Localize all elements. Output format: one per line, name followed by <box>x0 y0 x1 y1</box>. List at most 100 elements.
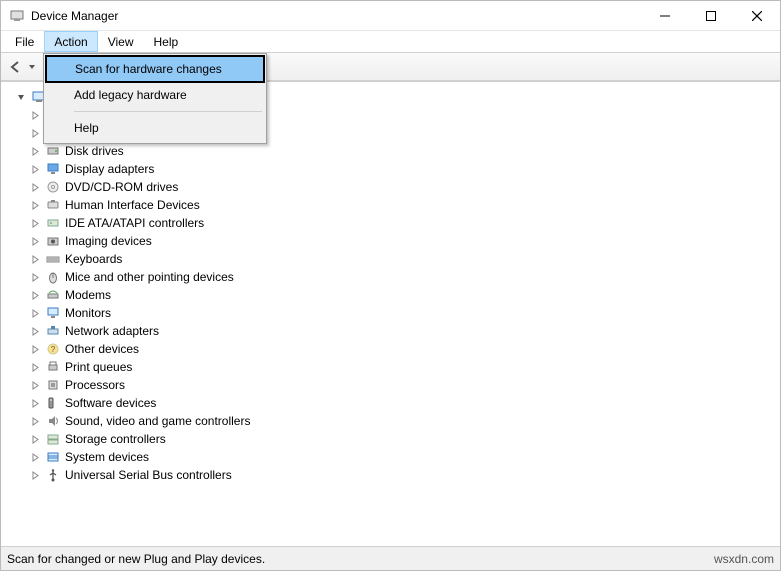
expand-icon[interactable] <box>29 163 41 175</box>
other-icon: ? <box>45 341 61 357</box>
tree-item-label: Human Interface Devices <box>65 198 200 212</box>
expand-icon[interactable] <box>29 343 41 355</box>
menu-action[interactable]: Action <box>44 31 97 52</box>
tree-item[interactable]: Network adapters <box>15 322 780 340</box>
tree-item[interactable]: Human Interface Devices <box>15 196 780 214</box>
menu-view[interactable]: View <box>98 31 144 52</box>
tree-item-label: Processors <box>65 378 125 392</box>
maximize-button[interactable] <box>688 1 734 31</box>
minimize-button[interactable] <box>642 1 688 31</box>
tree-item[interactable]: Imaging devices <box>15 232 780 250</box>
system-icon <box>45 449 61 465</box>
print-icon <box>45 359 61 375</box>
expand-icon[interactable] <box>29 289 41 301</box>
menu-separator <box>74 111 262 112</box>
expand-icon[interactable] <box>29 307 41 319</box>
device-tree[interactable]: BluetoothComputerDisk drivesDisplay adap… <box>1 81 780 546</box>
watermark-text: wsxdn.com <box>714 552 774 566</box>
expand-icon[interactable] <box>29 451 41 463</box>
expand-icon[interactable] <box>29 325 41 337</box>
action-menu-dropdown: Scan for hardware changes Add legacy har… <box>43 53 267 144</box>
ide-icon <box>45 215 61 231</box>
tree-item-label: IDE ATA/ATAPI controllers <box>65 216 204 230</box>
tree-item-label: Mice and other pointing devices <box>65 270 234 284</box>
tree-item[interactable]: Display adapters <box>15 160 780 178</box>
tree-item-label: Storage controllers <box>65 432 166 446</box>
tree-item-label: Disk drives <box>65 144 124 158</box>
tree-item-label: Display adapters <box>65 162 154 176</box>
software-icon <box>45 395 61 411</box>
expand-icon[interactable] <box>29 253 41 265</box>
menu-bar: File Action View Help <box>1 31 780 53</box>
expand-icon[interactable] <box>29 433 41 445</box>
expand-icon[interactable] <box>29 415 41 427</box>
expand-icon[interactable] <box>29 127 41 139</box>
expand-icon[interactable] <box>29 145 41 157</box>
tree-item[interactable]: System devices <box>15 448 780 466</box>
tree-item-label: Other devices <box>65 342 139 356</box>
disclosure-icon[interactable] <box>15 91 27 103</box>
tree-item-label: Monitors <box>65 306 111 320</box>
expand-icon[interactable] <box>29 379 41 391</box>
tree-item[interactable]: Modems <box>15 286 780 304</box>
status-bar: Scan for changed or new Plug and Play de… <box>1 546 780 570</box>
network-icon <box>45 323 61 339</box>
tree-item[interactable]: Monitors <box>15 304 780 322</box>
tree-item-label: DVD/CD-ROM drives <box>65 180 178 194</box>
menu-item-add-legacy[interactable]: Add legacy hardware <box>46 82 264 108</box>
tree-item-label: Software devices <box>65 396 156 410</box>
menu-item-label: Scan for hardware changes <box>75 62 222 76</box>
expand-icon[interactable] <box>29 181 41 193</box>
tree-item[interactable]: DVD/CD-ROM drives <box>15 178 780 196</box>
dvd-icon <box>45 179 61 195</box>
expand-icon[interactable] <box>29 397 41 409</box>
usb-icon <box>45 467 61 483</box>
expand-icon[interactable] <box>29 271 41 283</box>
menu-item-label: Add legacy hardware <box>74 88 187 102</box>
tree-item-label: Modems <box>65 288 111 302</box>
back-button[interactable] <box>5 55 39 79</box>
svg-text:?: ? <box>51 345 56 354</box>
close-button[interactable] <box>734 1 780 31</box>
tree-item[interactable]: Software devices <box>15 394 780 412</box>
app-icon <box>9 8 25 24</box>
tree-item-label: Universal Serial Bus controllers <box>65 468 232 482</box>
status-text: Scan for changed or new Plug and Play de… <box>7 552 265 566</box>
menu-item-scan-hardware[interactable]: Scan for hardware changes <box>45 55 265 83</box>
tree-item[interactable]: IDE ATA/ATAPI controllers <box>15 214 780 232</box>
tree-item-label: Keyboards <box>65 252 122 266</box>
storage-icon <box>45 431 61 447</box>
expand-icon[interactable] <box>29 109 41 121</box>
imaging-icon <box>45 233 61 249</box>
tree-item[interactable]: Mice and other pointing devices <box>15 268 780 286</box>
monitor-icon <box>45 305 61 321</box>
tree-item[interactable]: Storage controllers <box>15 430 780 448</box>
tree-item-label: Network adapters <box>65 324 159 338</box>
menu-item-help[interactable]: Help <box>46 115 264 141</box>
tree-item[interactable]: Universal Serial Bus controllers <box>15 466 780 484</box>
mouse-icon <box>45 269 61 285</box>
expand-icon[interactable] <box>29 469 41 481</box>
expand-icon[interactable] <box>29 235 41 247</box>
tree-item-label: Sound, video and game controllers <box>65 414 250 428</box>
tree-item[interactable]: Print queues <box>15 358 780 376</box>
tree-item[interactable]: Disk drives <box>15 142 780 160</box>
expand-icon[interactable] <box>29 199 41 211</box>
disk-icon <box>45 143 61 159</box>
menu-file[interactable]: File <box>5 31 44 52</box>
sound-icon <box>45 413 61 429</box>
tree-item[interactable]: ? Other devices <box>15 340 780 358</box>
menu-item-label: Help <box>74 121 99 135</box>
menu-help[interactable]: Help <box>144 31 189 52</box>
tree-item[interactable]: Processors <box>15 376 780 394</box>
tree-item-label: System devices <box>65 450 149 464</box>
cpu-icon <box>45 377 61 393</box>
expand-icon[interactable] <box>29 217 41 229</box>
title-bar: Device Manager <box>1 1 780 31</box>
hid-icon <box>45 197 61 213</box>
tree-item[interactable]: Keyboards <box>15 250 780 268</box>
window-title: Device Manager <box>31 9 118 23</box>
tree-item[interactable]: Sound, video and game controllers <box>15 412 780 430</box>
display-icon <box>45 161 61 177</box>
expand-icon[interactable] <box>29 361 41 373</box>
